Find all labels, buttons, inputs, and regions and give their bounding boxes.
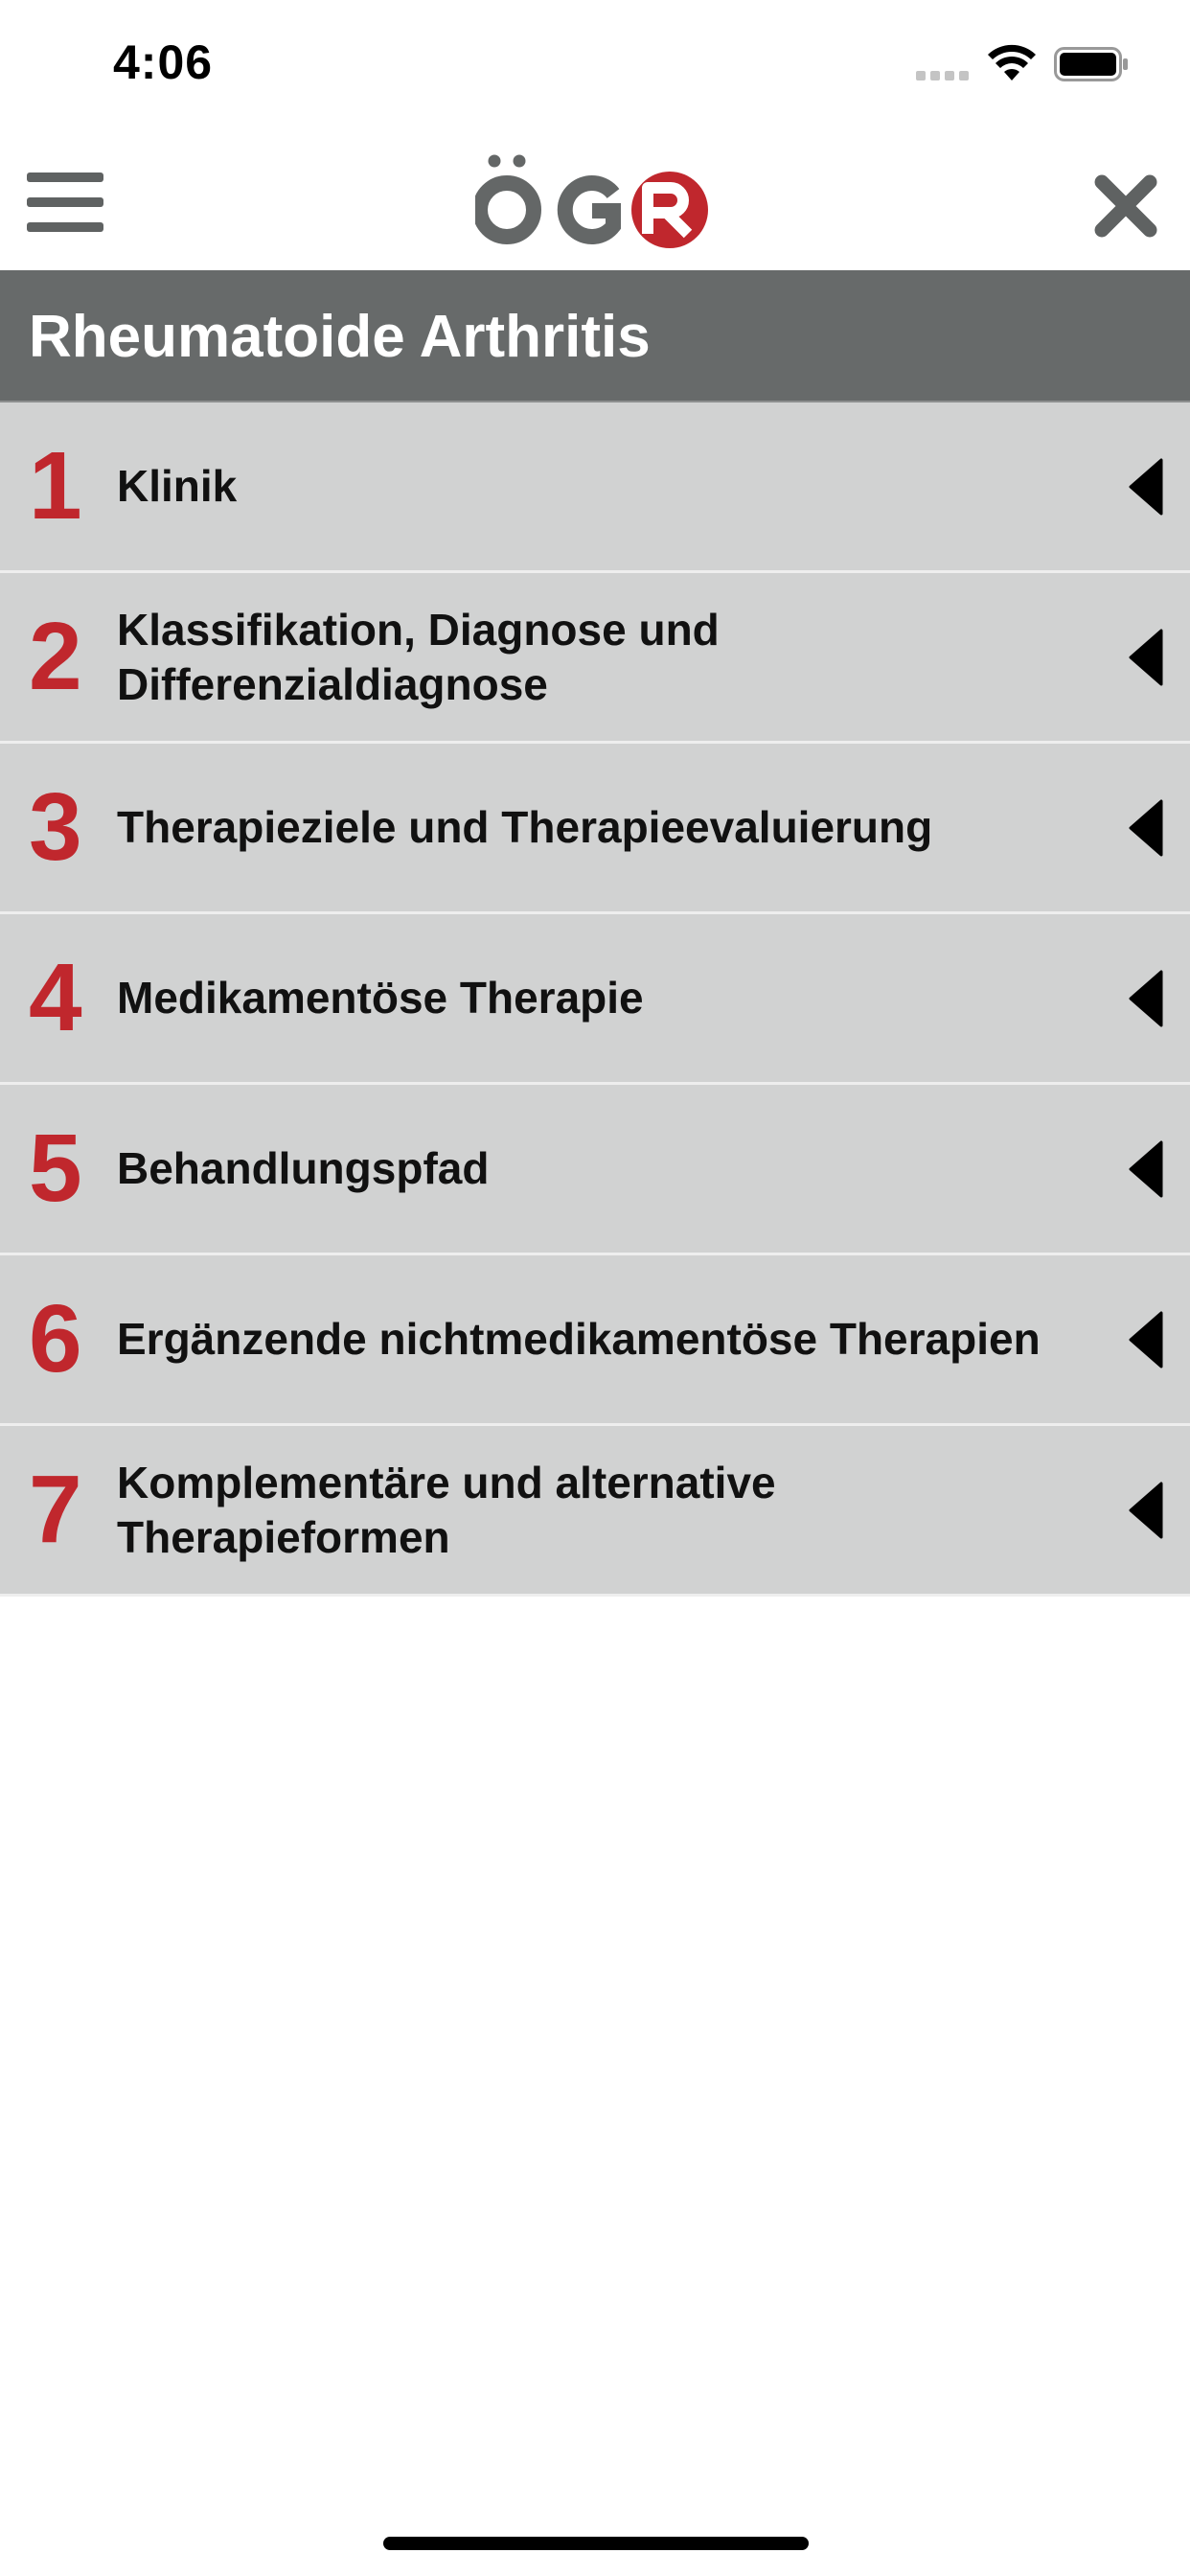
chapter-title: Klinik bbox=[117, 461, 238, 511]
hamburger-menu-icon[interactable] bbox=[27, 169, 103, 236]
home-indicator[interactable] bbox=[383, 2537, 809, 2550]
app-header bbox=[0, 134, 1190, 270]
chapter-item-6[interactable]: 6 Ergänzende nichtmedikamentöse Therapie… bbox=[0, 1255, 1190, 1426]
chapter-number: 2 bbox=[29, 603, 82, 710]
caret-left-icon bbox=[1129, 799, 1163, 857]
chapter-number: 5 bbox=[29, 1115, 82, 1222]
chapter-item-3[interactable]: 3 Therapieziele und Therapieevaluierung bbox=[0, 744, 1190, 914]
wifi-icon bbox=[988, 44, 1036, 80]
chapter-item-7[interactable]: 7 Komplementäre und alternative Therapie… bbox=[0, 1426, 1190, 1597]
battery-icon bbox=[1054, 47, 1128, 81]
chapter-number: 7 bbox=[29, 1456, 82, 1563]
section-title-bar: Rheumatoide Arthritis bbox=[0, 270, 1190, 402]
close-icon[interactable] bbox=[1092, 172, 1159, 240]
section-title: Rheumatoide Arthritis bbox=[29, 304, 651, 370]
cellular-signal-icon bbox=[916, 71, 969, 80]
caret-left-icon bbox=[1129, 629, 1163, 686]
chapter-item-5[interactable]: 5 Behandlungspfad bbox=[0, 1085, 1190, 1255]
ogr-logo bbox=[475, 154, 708, 248]
caret-left-icon bbox=[1129, 1482, 1163, 1539]
chapter-item-1[interactable]: 1 Klinik bbox=[0, 402, 1190, 573]
caret-left-icon bbox=[1129, 970, 1163, 1027]
chapter-title: Ergänzende nichtmedikamentöse Therapien bbox=[117, 1314, 1041, 1364]
chapter-title: Behandlungspfad bbox=[117, 1143, 490, 1193]
chapter-title: Komplementäre und alternative Therapiefo… bbox=[117, 1457, 776, 1562]
chapter-list: 1 Klinik 2 Klassifikation, Diagnose und … bbox=[0, 402, 1190, 1597]
status-time: 4:06 bbox=[113, 35, 214, 89]
chapter-title: Therapieziele und Therapieevaluierung bbox=[117, 802, 933, 852]
chapter-item-2[interactable]: 2 Klassifikation, Diagnose und Differenz… bbox=[0, 573, 1190, 744]
chapter-number: 1 bbox=[29, 432, 82, 540]
caret-left-icon bbox=[1129, 1311, 1163, 1368]
caret-left-icon bbox=[1129, 458, 1163, 516]
caret-left-icon bbox=[1129, 1140, 1163, 1198]
chapter-number: 3 bbox=[29, 773, 82, 881]
chapter-item-4[interactable]: 4 Medikamentöse Therapie bbox=[0, 914, 1190, 1085]
chapter-number: 4 bbox=[29, 944, 82, 1051]
chapter-title: Medikamentöse Therapie bbox=[117, 973, 644, 1023]
chapter-number: 6 bbox=[29, 1285, 82, 1392]
chapter-title: Klassifikation, Diagnose und Differenzia… bbox=[117, 604, 720, 709]
status-bar: 4:06 bbox=[0, 0, 1190, 134]
